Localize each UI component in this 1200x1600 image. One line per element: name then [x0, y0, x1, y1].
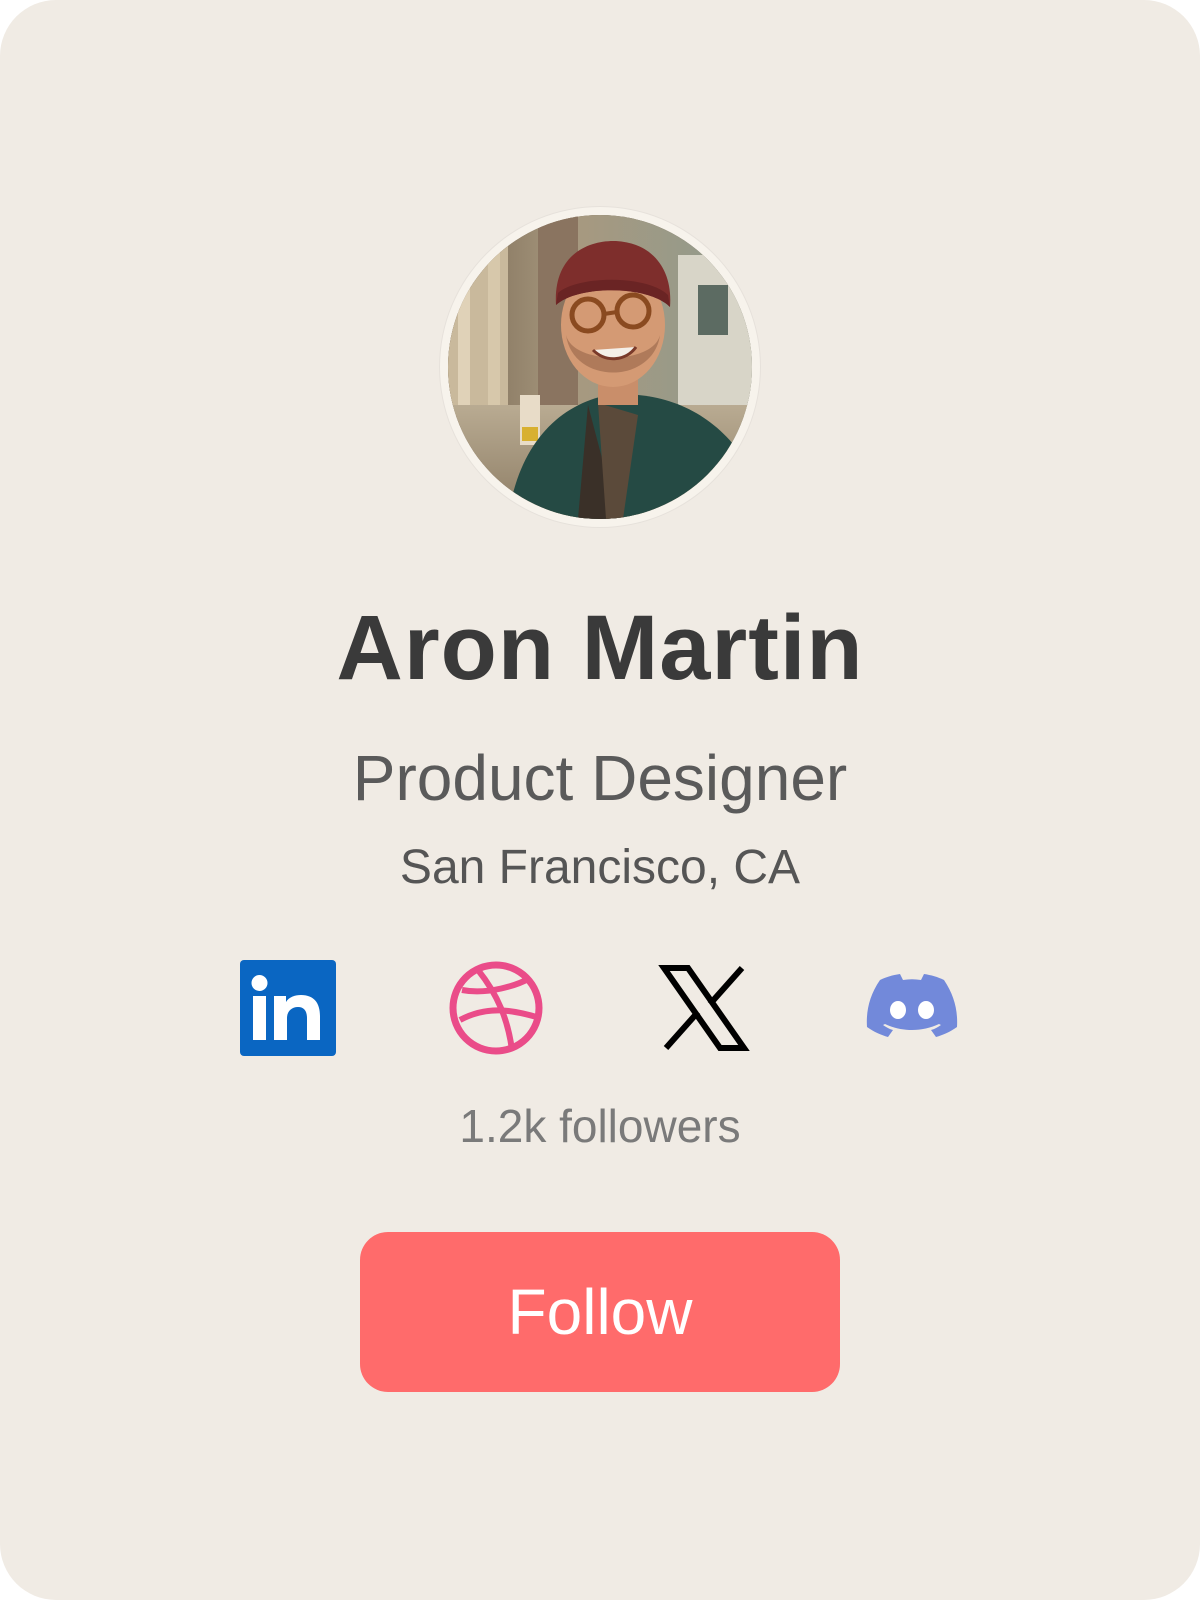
follow-button[interactable]: Follow — [360, 1232, 840, 1392]
followers-count: 1.2k followers — [459, 1100, 741, 1152]
discord-icon — [866, 974, 958, 1037]
linkedin-icon — [240, 960, 336, 1056]
avatar-photo — [448, 215, 752, 519]
x-link[interactable] — [656, 960, 752, 1056]
profile-card: Aron Martin Product Designer San Francis… — [0, 0, 1200, 1600]
profile-role: Product Designer — [352, 742, 848, 814]
x-icon — [658, 965, 750, 1051]
avatar-frame — [440, 207, 760, 527]
profile-location: San Francisco, CA — [399, 841, 801, 894]
dribbble-icon — [449, 961, 543, 1055]
dribbble-link[interactable] — [448, 960, 544, 1056]
profile-name: Aron Martin — [336, 597, 864, 699]
avatar — [448, 215, 752, 519]
linkedin-link[interactable] — [240, 960, 336, 1056]
discord-link[interactable] — [864, 960, 960, 1056]
